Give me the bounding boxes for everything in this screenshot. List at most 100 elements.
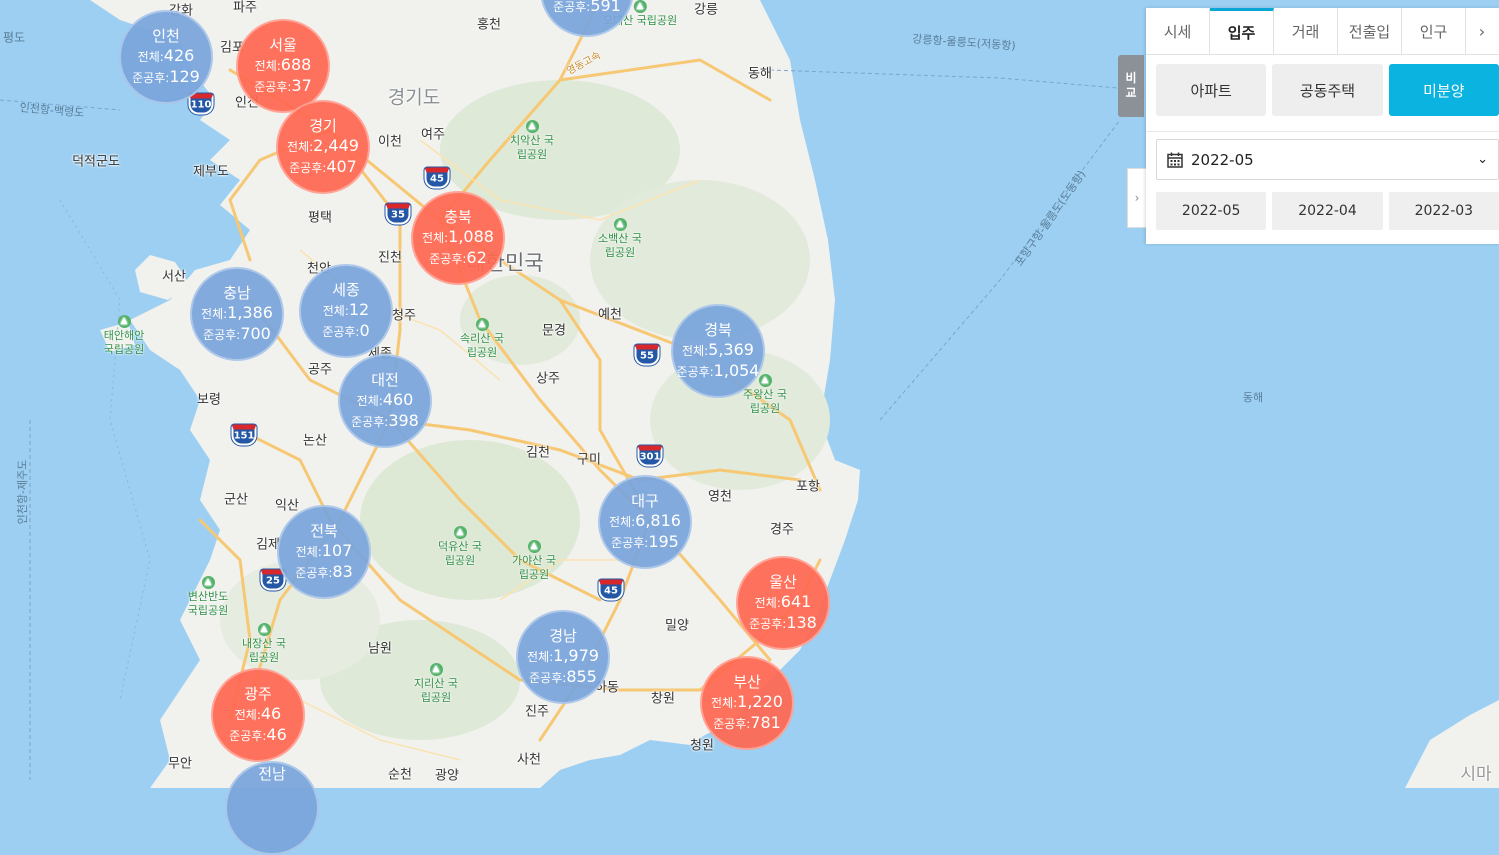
place-label: 밀양 <box>665 618 689 634</box>
completed-count: 준공후:855 <box>529 666 597 686</box>
completed-count: 준공후:37 <box>254 75 312 95</box>
place-label: 제부도 <box>193 164 229 180</box>
place-label: 청주 <box>392 308 416 324</box>
region-name: 충북 <box>444 207 472 226</box>
place-label: 강릉 <box>694 2 718 18</box>
place-label: 공주 <box>308 362 332 378</box>
tab-price[interactable]: 시세 <box>1146 8 1210 54</box>
place-label: 진주 <box>525 704 549 720</box>
region-bubble-busan[interactable]: 부산 전체:1,220 준공후:781 <box>700 656 794 750</box>
tree-icon: ▲ <box>475 318 489 331</box>
total-count: 전체:5,369 <box>682 339 754 359</box>
highway-shield: 35 <box>385 203 411 225</box>
total-count: 전체:688 <box>254 54 312 74</box>
tree-icon: ▲ <box>525 120 539 133</box>
region-bubble-gwangju[interactable]: 광주 전체:46 준공후:46 <box>211 668 305 762</box>
region-bubble-seoul[interactable]: 서울 전체:688 준공후:37 <box>236 19 330 113</box>
region-bubble-chungnam[interactable]: 충남 전체:1,386 준공후:700 <box>190 267 284 361</box>
highway-shield: 301 <box>637 445 663 467</box>
type-unsold-button[interactable]: 미분양 <box>1388 64 1499 116</box>
place-label: 군산 <box>224 492 248 508</box>
highway-shield: 110 <box>188 93 214 115</box>
tree-icon: ▲ <box>758 374 772 387</box>
tab-move-in[interactable]: 입주 <box>1210 8 1274 54</box>
place-label: 사천 <box>517 752 541 768</box>
type-multi-housing-button[interactable]: 공동주택 <box>1272 64 1383 116</box>
total-count: 전체:1,386 <box>201 302 273 322</box>
month-button[interactable]: 2022-05 <box>1156 192 1267 230</box>
highway-shield: 151 <box>231 424 257 446</box>
panel-collapse-button[interactable]: › <box>1127 168 1146 228</box>
month-button[interactable]: 2022-04 <box>1272 192 1383 230</box>
place-label: 남원 <box>368 641 392 657</box>
region-name: 대구 <box>631 491 659 510</box>
place-label: 순천 <box>388 767 412 783</box>
total-count: 전체:426 <box>137 45 195 65</box>
completed-count: 준공후:407 <box>289 156 357 176</box>
place-label: 동해 <box>748 66 772 82</box>
region-bubble-incheon[interactable]: 인천 전체:426 준공후:129 <box>119 10 213 104</box>
tab-population[interactable]: 인구 <box>1402 8 1466 54</box>
month-select[interactable]: 2022-05 ⌄ <box>1156 139 1499 180</box>
selected-month: 2022-05 <box>1191 150 1254 169</box>
completed-count: 준공후:398 <box>351 410 419 430</box>
completed-count: 준공후:781 <box>713 712 781 732</box>
chevron-down-icon: ⌄ <box>1477 152 1488 167</box>
tree-icon: ▲ <box>429 663 443 676</box>
tabs-next-button[interactable]: › <box>1466 8 1498 54</box>
region-name: 경남 <box>549 626 577 645</box>
region-bubble-daejeon[interactable]: 대전 전체:460 준공후:398 <box>338 354 432 448</box>
highway-shield: 55 <box>634 344 660 366</box>
region-bubble-chungbuk[interactable]: 충북 전체:1,088 준공후:62 <box>411 191 505 285</box>
region-bubble-gyeongbuk[interactable]: 경북 전체:5,369 준공후:1,054 <box>671 304 765 398</box>
compare-button[interactable]: 비 교 <box>1118 55 1144 117</box>
national-park: ▲ 지리산 국립공원 <box>414 663 458 704</box>
place-label: 보령 <box>197 392 221 408</box>
national-park: ▲ 내장산 국립공원 <box>242 623 286 664</box>
tree-icon: ▲ <box>613 218 627 231</box>
place-label: 김천 <box>526 445 550 461</box>
region-bubble-jeonnam[interactable]: 전남 <box>225 761 319 855</box>
region-bubble-gyeonggi[interactable]: 경기 전체:2,449 준공후:407 <box>276 100 370 194</box>
region-bubble-ulsan[interactable]: 울산 전체:641 준공후:138 <box>736 556 830 650</box>
month-button[interactable]: 2022-03 <box>1388 192 1499 230</box>
region-name: 대전 <box>371 370 399 389</box>
place-label: 진천 <box>378 250 402 266</box>
control-panel: 시세 입주 거래 전출입 인구 › 아파트 공동주택 미분양 2022-05 ⌄… <box>1146 8 1499 244</box>
place-label: 홍천 <box>477 17 501 33</box>
place-label: 이천 <box>378 134 402 150</box>
region-bubble-jeonbuk[interactable]: 전북 전체:107 준공후:83 <box>277 505 371 599</box>
completed-count: 준공후:62 <box>429 247 487 267</box>
place-label: 무안 <box>168 756 192 772</box>
place-label: 논산 <box>303 433 327 449</box>
province-label: 경기도 <box>387 86 441 109</box>
national-park: ▲ 치악산 국립공원 <box>510 120 554 161</box>
tab-transaction[interactable]: 거래 <box>1274 8 1338 54</box>
tree-icon: ▲ <box>257 623 271 636</box>
calendar-icon <box>1167 152 1183 168</box>
total-count: 전체:1,088 <box>422 226 494 246</box>
national-park: ▲ 태안해안 국립공원 <box>103 315 145 356</box>
region-bubble-sejong[interactable]: 세종 전체:12 준공후:0 <box>299 264 393 358</box>
region-name: 부산 <box>733 672 761 691</box>
completed-count: 준공후:1,054 <box>676 360 760 380</box>
total-count: 전체:1,220 <box>711 691 783 711</box>
place-label: 덕적군도 <box>72 154 120 170</box>
region-bubble-gyeongnam[interactable]: 경남 전체:1,979 준공후:855 <box>516 610 610 704</box>
region-name: 서울 <box>269 35 297 54</box>
completed-count: 준공후:591 <box>553 0 621 15</box>
place-label: 시마 <box>1460 764 1492 785</box>
tab-migration[interactable]: 전출입 <box>1338 8 1402 54</box>
total-count: 전체:641 <box>754 591 812 611</box>
place-label: 영천 <box>708 489 732 505</box>
place-label: 구미 <box>577 452 601 468</box>
place-label: 경주 <box>770 522 794 538</box>
total-count: 전체:6,816 <box>609 510 681 530</box>
region-name: 전북 <box>310 521 338 540</box>
region-bubble-daegu[interactable]: 대구 전체:6,816 준공후:195 <box>598 475 692 569</box>
total-count: 전체:107 <box>295 540 353 560</box>
tree-icon: ▲ <box>117 315 131 328</box>
completed-count: 준공후:46 <box>229 724 287 744</box>
type-apartment-button[interactable]: 아파트 <box>1156 64 1267 116</box>
place-label: 상주 <box>536 371 560 387</box>
